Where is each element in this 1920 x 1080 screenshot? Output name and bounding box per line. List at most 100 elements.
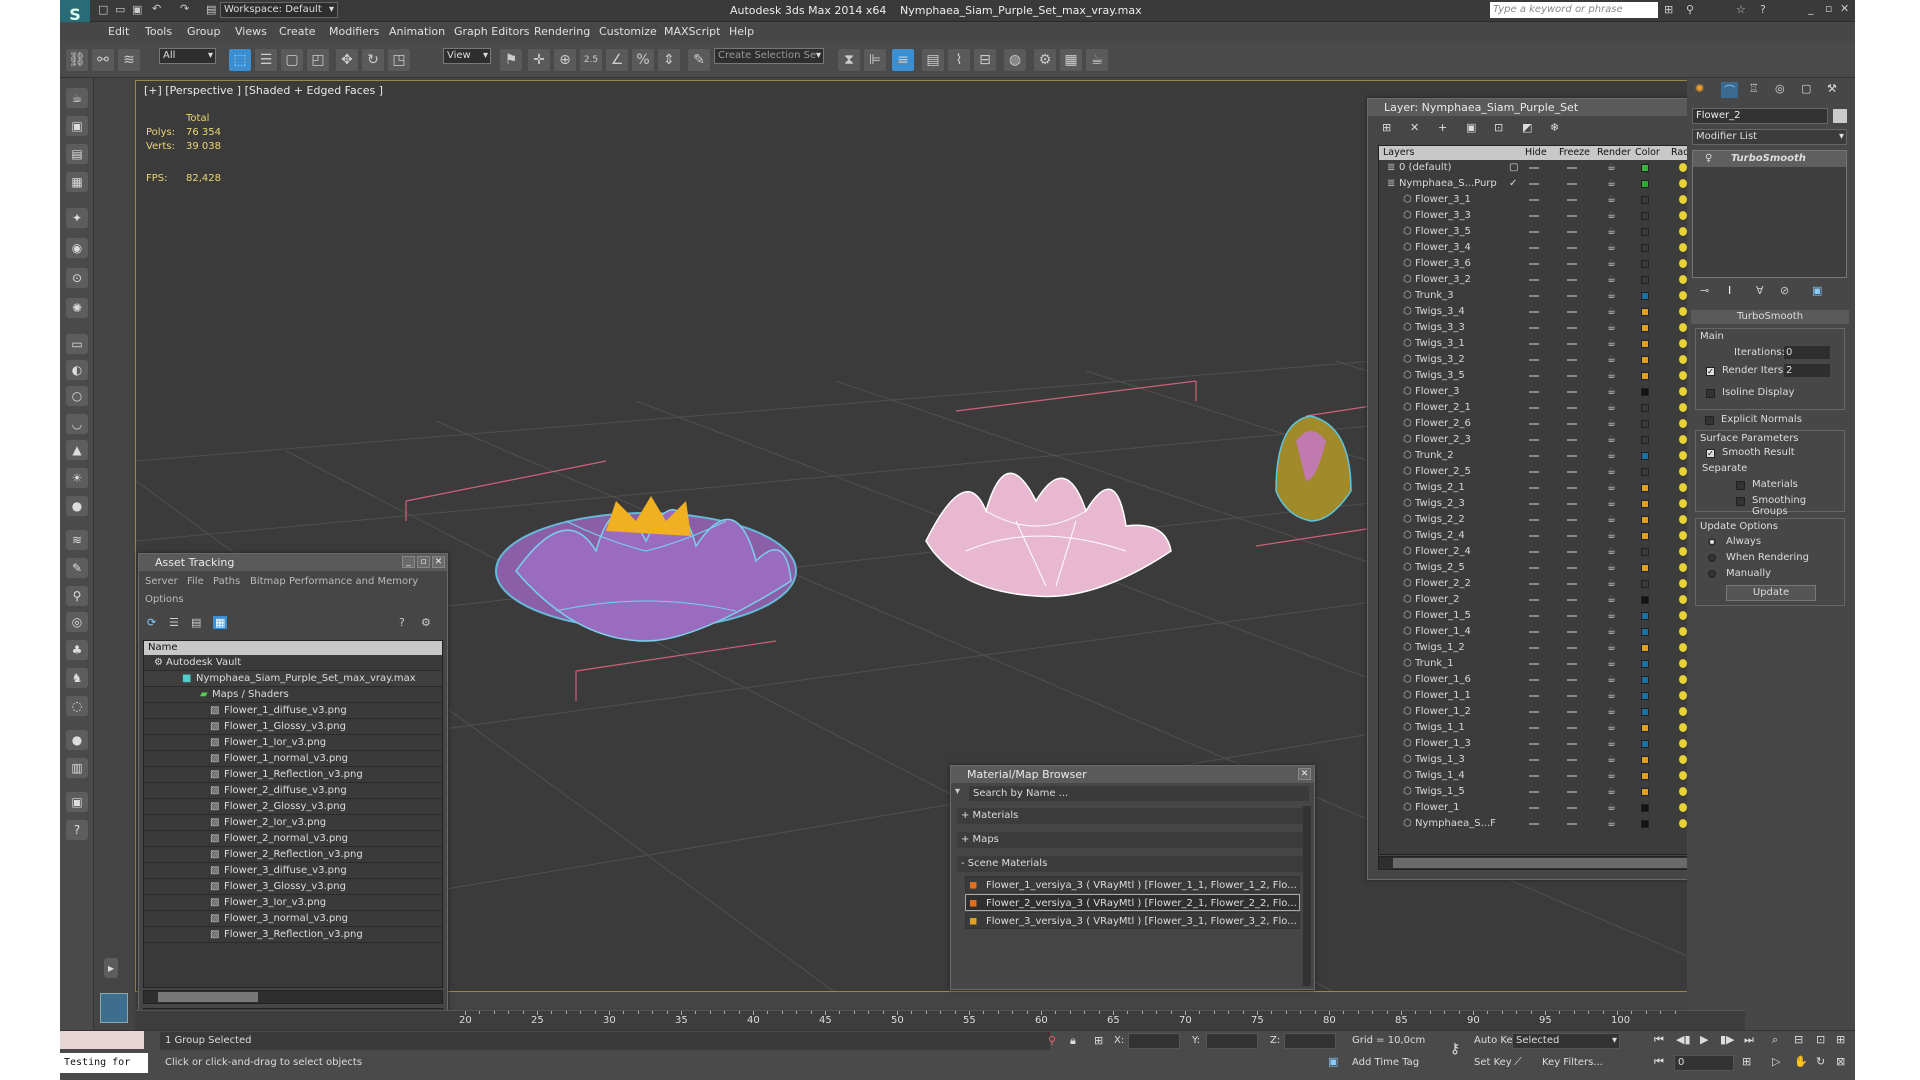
mini-listener-box[interactable] — [100, 993, 128, 1023]
timeline-track[interactable]: 20 25 30 35 40 45 50 55 60 65 70 75 80 85 90 95 100 — [135, 1010, 1745, 1030]
render-teapot-icon[interactable]: ☕ — [1607, 528, 1616, 544]
layer-color-swatch[interactable] — [1641, 708, 1649, 716]
close-icon[interactable]: ✕ — [1298, 768, 1311, 780]
key-icon[interactable]: ⚲ — [1686, 3, 1694, 16]
radiosity-bulb-icon[interactable] — [1679, 483, 1687, 492]
radiosity-bulb-icon[interactable] — [1679, 515, 1687, 524]
always-radio[interactable] — [1708, 538, 1716, 546]
render-teapot-icon[interactable]: ☕ — [1607, 384, 1616, 400]
table-view-icon[interactable]: ▤ — [191, 616, 201, 629]
minimize-icon[interactable]: _ — [1808, 2, 1814, 15]
render-teapot-icon[interactable]: ☕ — [1607, 400, 1616, 416]
cone-icon[interactable]: ▲ — [66, 440, 88, 460]
render-teapot-icon[interactable]: ☕ — [1607, 208, 1616, 224]
maxscript-listener-input[interactable] — [60, 1031, 144, 1049]
doc-icon[interactable]: ▤ — [66, 144, 88, 164]
zoom-all-icon[interactable]: ⊟ — [1794, 1033, 1803, 1046]
layer-color-swatch[interactable] — [1641, 788, 1649, 796]
asset-menu-server[interactable]: Server — [145, 576, 178, 587]
layer-color-swatch[interactable] — [1641, 596, 1649, 604]
modify-tab-icon[interactable]: ⌒ — [1721, 82, 1738, 98]
pivot-icon[interactable]: ⚑ — [500, 49, 522, 71]
play-icon[interactable]: ▶ — [1700, 1033, 1708, 1046]
new-layer-icon[interactable]: ⊞ — [1382, 121, 1391, 134]
layer-row[interactable]: ⬡ Twigs_3_4 ☕ — [1379, 304, 1729, 320]
layer-row[interactable]: ⬡ Trunk_2 ☕ — [1379, 448, 1729, 464]
layer-row[interactable]: ⬡ Flower_1_1 ☕ — [1379, 688, 1729, 704]
map-row[interactable]: ▧ Flower_2_Reflection_v3.png — [144, 847, 442, 863]
hide-all-icon[interactable]: ◩ — [1522, 121, 1532, 134]
render-teapot-icon[interactable]: ☕ — [1607, 288, 1616, 304]
menu-create[interactable]: Create — [279, 25, 316, 38]
disc-icon[interactable]: ● — [66, 496, 88, 516]
utilities-tab-icon[interactable]: ⚒ — [1827, 82, 1837, 95]
time-config-icon[interactable]: ⊞ — [1742, 1055, 1751, 1068]
asset-tree[interactable]: Name ⚙ Autodesk Vault ■ Nymphaea_Siam_Purp… — [143, 640, 443, 988]
window-crossing-icon[interactable]: ◰ — [307, 49, 329, 71]
menu-maxscript[interactable]: MAXScript — [664, 25, 720, 38]
render-teapot-icon[interactable]: ☕ — [1607, 352, 1616, 368]
render-iters-spinner[interactable]: 2 — [1784, 364, 1830, 377]
rollout-header[interactable]: TurboSmooth — [1691, 310, 1849, 324]
radiosity-bulb-icon[interactable] — [1679, 179, 1687, 188]
layer-row[interactable]: ≣ 0 (default) ▢ ☕ — [1379, 160, 1729, 176]
render-teapot-icon[interactable]: ☕ — [1607, 608, 1616, 624]
col-layers[interactable]: Layers — [1383, 146, 1414, 160]
zoom-extents-icon[interactable]: ⊡ — [1816, 1033, 1825, 1046]
layer-color-swatch[interactable] — [1641, 516, 1649, 524]
menu-animation[interactable]: Animation — [389, 25, 445, 38]
current-frame-field[interactable]: 0 — [1674, 1055, 1734, 1071]
radiosity-bulb-icon[interactable] — [1679, 355, 1687, 364]
radiosity-bulb-icon[interactable] — [1679, 819, 1687, 828]
layer-row[interactable]: ⬡ Twigs_3_2 ☕ — [1379, 352, 1729, 368]
freeze-toggle[interactable] — [1567, 695, 1577, 697]
goto-start-icon[interactable]: ⏮ — [1654, 1033, 1664, 1047]
radiosity-bulb-icon[interactable] — [1679, 211, 1687, 220]
col-hide[interactable]: Hide — [1525, 146, 1547, 160]
render-teapot-icon[interactable]: ☕ — [1607, 576, 1616, 592]
set-key-button[interactable]: Set Key — [1474, 1057, 1512, 1068]
create-teapot-icon[interactable]: ☕ — [66, 88, 88, 108]
menu-modifiers[interactable]: Modifiers — [329, 25, 379, 38]
radiosity-bulb-icon[interactable] — [1679, 163, 1687, 172]
material-editor-icon[interactable]: ◍ — [1004, 49, 1026, 71]
render-teapot-icon[interactable]: ☕ — [1607, 624, 1616, 640]
layer-color-swatch[interactable] — [1641, 500, 1649, 508]
maps-folder-row[interactable]: ▰ Maps / Shaders — [144, 687, 442, 703]
vault-row[interactable]: ⚙ Autodesk Vault — [144, 655, 442, 671]
layer-color-swatch[interactable] — [1641, 388, 1649, 396]
explicit-normals-checkbox[interactable] — [1705, 416, 1714, 425]
layer-row[interactable]: ⬡ Flower_3 ☕ — [1379, 384, 1729, 400]
radiosity-bulb-icon[interactable] — [1679, 803, 1687, 812]
y-coordinate-field[interactable] — [1206, 1033, 1258, 1049]
layer-color-swatch[interactable] — [1641, 356, 1649, 364]
render-teapot-icon[interactable]: ☕ — [1607, 464, 1616, 480]
link-icon[interactable]: ⛓ — [66, 49, 88, 71]
script-icon[interactable]: ▥ — [66, 758, 88, 778]
modifier-stack[interactable]: ♀ TurboSmooth — [1692, 150, 1847, 278]
asset-menu-bitmap[interactable]: Bitmap Performance and Memory — [250, 576, 418, 587]
layer-color-swatch[interactable] — [1641, 628, 1649, 636]
when-rendering-radio[interactable] — [1708, 554, 1716, 562]
hide-toggle[interactable] — [1529, 791, 1539, 793]
radiosity-bulb-icon[interactable] — [1679, 259, 1687, 268]
hide-toggle[interactable] — [1529, 631, 1539, 633]
render-teapot-icon[interactable]: ☕ — [1607, 176, 1616, 192]
hide-toggle[interactable] — [1529, 423, 1539, 425]
freeze-toggle[interactable] — [1567, 231, 1577, 233]
material-vscrollbar[interactable] — [1303, 806, 1311, 986]
layer-row[interactable]: ⬡ Flower_1_2 ☕ — [1379, 704, 1729, 720]
pan-icon[interactable]: ✋ — [1794, 1055, 1808, 1068]
layer-color-swatch[interactable] — [1641, 580, 1649, 588]
light-icon[interactable]: ✦ — [66, 208, 88, 228]
iterations-spinner[interactable]: 0 — [1784, 346, 1830, 359]
layer-color-swatch[interactable] — [1641, 532, 1649, 540]
horse-icon[interactable]: ♞ — [66, 668, 88, 688]
hide-toggle[interactable] — [1529, 375, 1539, 377]
flower-3-model[interactable] — [1275, 415, 1352, 522]
refresh-icon[interactable]: ⟳ — [147, 616, 156, 629]
layer-color-swatch[interactable] — [1641, 212, 1649, 220]
render-teapot-icon[interactable]: ☕ — [1607, 304, 1616, 320]
new-icon[interactable]: □ — [98, 3, 108, 16]
materials-group[interactable]: + Materials — [957, 808, 1307, 824]
